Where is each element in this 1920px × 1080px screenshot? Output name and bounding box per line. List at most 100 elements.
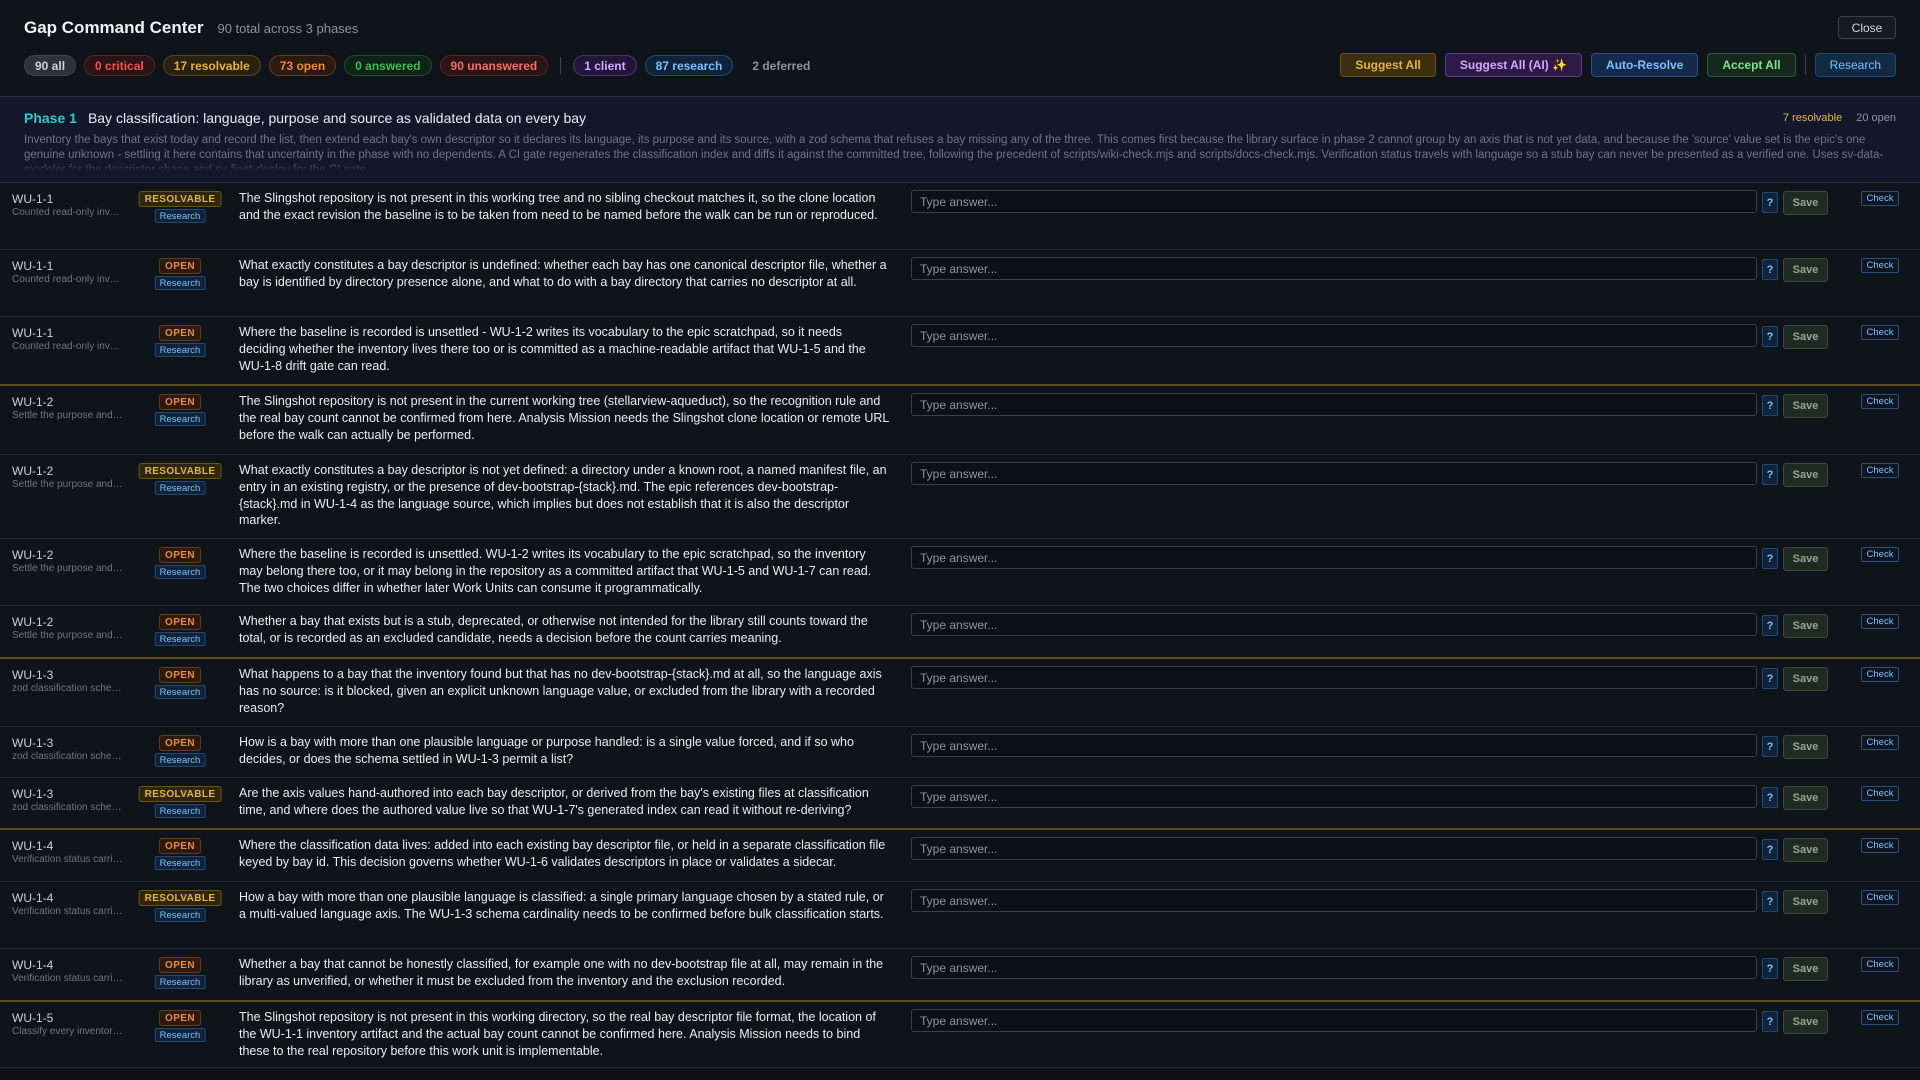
help-button[interactable]: ?: [1762, 464, 1778, 485]
save-button[interactable]: Save: [1783, 786, 1828, 810]
row-research-button[interactable]: Research: [154, 209, 206, 223]
help-button[interactable]: ?: [1762, 1011, 1778, 1032]
work-unit-id: WU-1-3: [12, 787, 54, 801]
status-badge: OPEN: [159, 394, 201, 410]
auto-resolve-button[interactable]: Auto-Resolve: [1591, 53, 1699, 77]
answer-input[interactable]: [911, 462, 1757, 485]
check-button[interactable]: Check: [1861, 1010, 1899, 1025]
save-button[interactable]: Save: [1783, 258, 1828, 282]
pill-divider: [560, 57, 562, 74]
help-button[interactable]: ?: [1762, 787, 1778, 808]
answer-input[interactable]: [911, 393, 1757, 416]
row-research-button[interactable]: Research: [154, 685, 206, 699]
answer-input[interactable]: [911, 837, 1757, 860]
row-research-button[interactable]: Research: [154, 632, 206, 646]
help-button[interactable]: ?: [1762, 839, 1778, 860]
gap-question: What happens to a bay that the inventory…: [239, 667, 882, 715]
row-research-button[interactable]: Research: [154, 343, 206, 357]
save-button[interactable]: Save: [1783, 614, 1828, 638]
answer-input[interactable]: [911, 1009, 1757, 1032]
check-button[interactable]: Check: [1861, 394, 1899, 409]
close-button[interactable]: Close: [1838, 16, 1896, 39]
row-research-button[interactable]: Research: [154, 276, 206, 290]
answer-input[interactable]: [911, 889, 1757, 912]
check-button[interactable]: Check: [1861, 957, 1899, 972]
work-unit-id: WU-1-2: [12, 548, 54, 562]
help-button[interactable]: ?: [1762, 326, 1778, 347]
answer-input[interactable]: [911, 613, 1757, 636]
save-button[interactable]: Save: [1783, 325, 1828, 349]
check-button[interactable]: Check: [1861, 838, 1899, 853]
check-button[interactable]: Check: [1861, 614, 1899, 629]
save-button[interactable]: Save: [1783, 394, 1828, 418]
check-button[interactable]: Check: [1861, 547, 1899, 562]
gap-row: WU-1-2Settle the purpose and source valu…: [0, 455, 1920, 539]
title-row: Gap Command Center 90 total across 3 pha…: [24, 18, 358, 38]
check-button[interactable]: Check: [1861, 890, 1899, 905]
suggest-all-button[interactable]: Suggest All: [1340, 53, 1436, 77]
check-button[interactable]: Check: [1861, 258, 1899, 273]
check-button[interactable]: Check: [1861, 786, 1899, 801]
row-research-button[interactable]: Research: [154, 975, 206, 989]
check-button[interactable]: Check: [1861, 325, 1899, 340]
row-research-button[interactable]: Research: [154, 1028, 206, 1042]
work-unit-summary: Counted read-only inventory: [12, 274, 124, 285]
help-button[interactable]: ?: [1762, 395, 1778, 416]
gap-question: The Slingshot repository is not present …: [239, 191, 878, 222]
status-badge: OPEN: [159, 1010, 201, 1026]
row-research-button[interactable]: Research: [154, 481, 206, 495]
row-research-button[interactable]: Research: [154, 412, 206, 426]
check-button[interactable]: Check: [1861, 667, 1899, 682]
save-button[interactable]: Save: [1783, 838, 1828, 862]
help-button[interactable]: ?: [1762, 259, 1778, 280]
save-button[interactable]: Save: [1783, 191, 1828, 215]
filter-unanswered[interactable]: 90 unanswered: [439, 55, 549, 76]
filter-open[interactable]: 73 open: [268, 55, 337, 76]
answer-input[interactable]: [911, 666, 1757, 689]
status-badge: OPEN: [159, 957, 201, 973]
filter-deferred[interactable]: 2 deferred: [741, 55, 821, 76]
row-research-button[interactable]: Research: [154, 856, 206, 870]
research-button[interactable]: Research: [1814, 53, 1896, 77]
suggest-all-ai-button[interactable]: Suggest All (AI) ✨: [1444, 53, 1583, 77]
save-button[interactable]: Save: [1783, 463, 1828, 487]
save-button[interactable]: Save: [1783, 890, 1828, 914]
help-button[interactable]: ?: [1762, 548, 1778, 569]
answer-input[interactable]: [911, 324, 1757, 347]
answer-input[interactable]: [911, 734, 1757, 757]
answer-input[interactable]: [911, 546, 1757, 569]
check-button[interactable]: Check: [1861, 191, 1899, 206]
status-badge: RESOLVABLE: [138, 786, 222, 802]
filter-critical[interactable]: 0 critical: [84, 55, 155, 76]
row-research-button[interactable]: Research: [154, 804, 206, 818]
gap-question: Where the baseline is recorded is unsett…: [239, 325, 866, 373]
save-button[interactable]: Save: [1783, 547, 1828, 571]
answer-input[interactable]: [911, 257, 1757, 280]
status-badge: RESOLVABLE: [138, 890, 222, 906]
answer-input[interactable]: [911, 190, 1757, 213]
save-button[interactable]: Save: [1783, 957, 1828, 981]
accept-all-button[interactable]: Accept All: [1707, 53, 1796, 77]
help-button[interactable]: ?: [1762, 668, 1778, 689]
filter-all[interactable]: 90 all: [24, 55, 77, 76]
work-unit-summary: Settle the purpose and source values: [12, 630, 124, 641]
help-button[interactable]: ?: [1762, 192, 1778, 213]
row-research-button[interactable]: Research: [154, 565, 206, 579]
check-button[interactable]: Check: [1861, 735, 1899, 750]
help-button[interactable]: ?: [1762, 891, 1778, 912]
filter-client[interactable]: 1 client: [573, 55, 637, 76]
filter-resolvable[interactable]: 17 resolvable: [162, 55, 261, 76]
row-research-button[interactable]: Research: [154, 908, 206, 922]
save-button[interactable]: Save: [1783, 735, 1828, 759]
row-research-button[interactable]: Research: [154, 753, 206, 767]
check-button[interactable]: Check: [1861, 463, 1899, 478]
help-button[interactable]: ?: [1762, 615, 1778, 636]
filter-answered[interactable]: 0 answered: [344, 55, 432, 76]
help-button[interactable]: ?: [1762, 958, 1778, 979]
save-button[interactable]: Save: [1783, 1010, 1828, 1034]
answer-input[interactable]: [911, 956, 1757, 979]
answer-input[interactable]: [911, 785, 1757, 808]
save-button[interactable]: Save: [1783, 667, 1828, 691]
help-button[interactable]: ?: [1762, 736, 1778, 757]
filter-research[interactable]: 87 research: [644, 55, 734, 76]
